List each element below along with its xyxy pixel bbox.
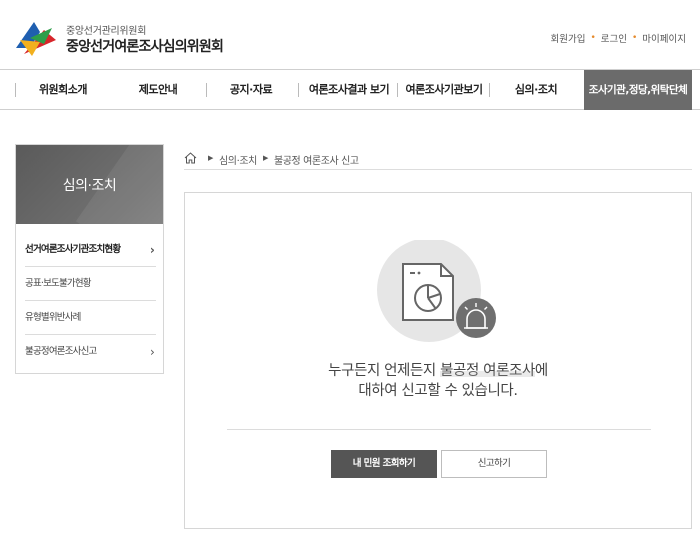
chevron-right-icon: › xyxy=(150,345,155,359)
nav-review-measures[interactable]: 심의·조치 xyxy=(493,70,579,110)
message-highlight: 불공정 여론조사 xyxy=(440,363,535,379)
side-nav-item-label: 공표·보도불가현황 xyxy=(25,278,92,289)
side-nav-item-unfair-poll-report[interactable]: 불공정여론조사신고 › xyxy=(25,335,156,369)
nav-separator xyxy=(206,83,207,97)
side-nav-header: 심의·조치 xyxy=(16,145,163,224)
home-icon[interactable] xyxy=(184,152,197,164)
breadcrumb: ▶ 심의·조치 ▶ 불공정 여론조사 신고 xyxy=(184,150,692,170)
side-nav-list: 선거여론조사기관조치현황 › 공표·보도불가현황 유형별위반사례 불공정여론조사… xyxy=(25,233,156,369)
nav-separator xyxy=(298,83,299,97)
mypage-link[interactable]: 마이페이지 xyxy=(642,31,686,45)
nav-agency-party-entrusted[interactable]: 조사기관,정당,위탁단체 xyxy=(584,70,692,110)
main-navigation: 위원회소개 제도안내 공지·자료 여론조사결과 보기 여론조사기관보기 심의·조… xyxy=(0,69,700,110)
utility-links: 회원가입 • 로그인 • 마이페이지 xyxy=(550,31,686,45)
report-content-box: 누구든지 언제든지 불공정 여론조사에 대하여 신고할 수 있습니다. 내 민원… xyxy=(184,192,692,529)
side-nav-item-violation-cases[interactable]: 유형별위반사례 xyxy=(25,301,156,335)
breadcrumb-current: 불공정 여론조사 신고 xyxy=(273,156,359,167)
breadcrumb-item[interactable]: 심의·조치 xyxy=(219,152,257,167)
report-button[interactable]: 신고하기 xyxy=(441,450,547,478)
separator-dot-icon: • xyxy=(631,33,638,43)
side-nav-item-label: 유형별위반사례 xyxy=(25,312,81,323)
divider xyxy=(227,429,651,430)
nav-poll-agencies[interactable]: 여론조사기관보기 xyxy=(401,70,487,110)
org-title[interactable]: 중앙선거여론조사심의위원회 xyxy=(66,36,224,56)
logo-icon[interactable] xyxy=(14,18,60,58)
side-nav-item-publication-banned[interactable]: 공표·보도불가현황 xyxy=(25,267,156,301)
login-link[interactable]: 로그인 xyxy=(601,31,627,45)
report-guide-message: 누구든지 언제든지 불공정 여론조사에 대하여 신고할 수 있습니다. xyxy=(185,361,691,401)
nav-separator xyxy=(15,83,16,97)
side-navigation: 심의·조치 선거여론조사기관조치현황 › 공표·보도불가현황 유형별위반사례 불… xyxy=(15,144,164,374)
breadcrumb-arrow-icon: ▶ xyxy=(262,154,268,162)
header: 중앙선거관리위원회 중앙선거여론조사심의위원회 회원가입 • 로그인 • 마이페… xyxy=(0,0,700,68)
breadcrumb-arrow-icon: ▶ xyxy=(208,154,213,162)
side-nav-item-label: 불공정여론조사신고 xyxy=(25,346,97,357)
nav-committee-intro[interactable]: 위원회소개 xyxy=(22,70,104,110)
nav-system-guide[interactable]: 제도안내 xyxy=(118,70,198,110)
nav-notice-data[interactable]: 공지·자료 xyxy=(212,70,290,110)
nav-separator xyxy=(489,83,490,97)
my-complaint-lookup-button[interactable]: 내 민원 조회하기 xyxy=(331,450,437,478)
side-nav-title: 심의·조치 xyxy=(62,178,117,194)
message-text: 누구든지 언제든지 xyxy=(328,363,441,379)
message-line-1: 누구든지 언제든지 불공정 여론조사에 xyxy=(185,361,691,381)
nav-poll-results[interactable]: 여론조사결과 보기 xyxy=(302,70,396,110)
report-document-siren-icon xyxy=(377,240,496,342)
side-nav-item-label: 선거여론조사기관조치현황 xyxy=(25,244,121,255)
side-nav-item-agency-measures[interactable]: 선거여론조사기관조치현황 › xyxy=(25,233,156,267)
chevron-right-icon: › xyxy=(149,243,155,257)
signup-link[interactable]: 회원가입 xyxy=(550,31,585,45)
message-text: 에 xyxy=(534,363,548,379)
nav-separator xyxy=(397,83,398,97)
org-subtitle: 중앙선거관리위원회 xyxy=(66,26,147,37)
separator-dot-icon: • xyxy=(590,33,596,43)
message-line-2: 대하여 신고할 수 있습니다. xyxy=(358,383,518,399)
